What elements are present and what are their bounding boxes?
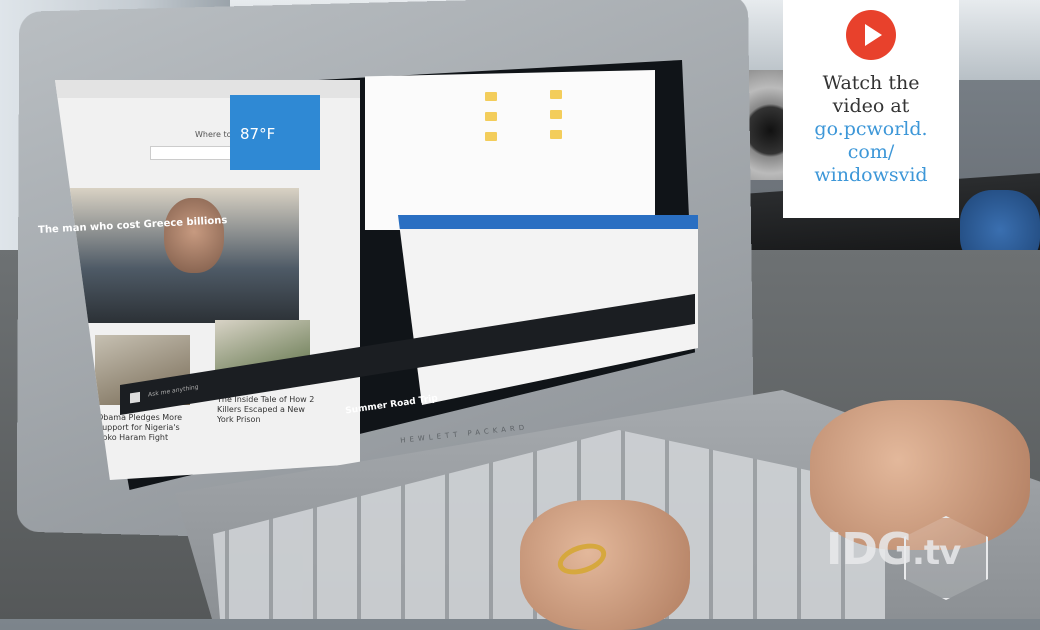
story-line: York Prison xyxy=(217,415,261,424)
video-promo-card[interactable]: Watch the video at go.pcworld. com/ wind… xyxy=(783,0,959,218)
folder-icon[interactable] xyxy=(485,92,497,101)
outlook-ribbon[interactable] xyxy=(398,215,698,229)
logo-suffix: .tv xyxy=(912,533,961,573)
story-line: Boko Haram Fight xyxy=(97,433,169,442)
folder-icon[interactable] xyxy=(485,112,497,121)
windows-start-icon[interactable] xyxy=(130,391,140,404)
promo-link[interactable]: go.pcworld. xyxy=(783,118,959,141)
promo-link[interactable]: windowsvid xyxy=(783,164,959,187)
hero-portrait xyxy=(164,198,224,273)
news-story-1[interactable]: Obama Pledges More Support for Nigeria's… xyxy=(97,413,182,443)
logo-brand: IDG xyxy=(826,524,913,575)
promo-line: Watch the xyxy=(822,72,920,94)
story-line: Support for Nigeria's xyxy=(97,423,180,432)
weather-temperature: 87°F xyxy=(240,125,276,143)
folder-icon[interactable] xyxy=(485,132,497,141)
taskbar-search-box[interactable]: Ask me anything xyxy=(148,384,199,399)
news-hero-image[interactable] xyxy=(69,188,299,323)
promo-link[interactable]: com/ xyxy=(783,141,959,164)
left-hand xyxy=(520,500,690,630)
idg-tv-logo: IDG.tv xyxy=(826,514,988,600)
promo-text: Watch the video at go.pcworld. com/ wind… xyxy=(783,72,959,187)
story-line: Killers Escaped a New xyxy=(217,405,305,414)
story-line: Obama Pledges More xyxy=(97,413,183,422)
promo-line: video at xyxy=(832,95,910,117)
news-story-2[interactable]: The Inside Tale of How 2 Killers Escaped… xyxy=(217,395,314,425)
play-icon[interactable] xyxy=(846,10,896,60)
play-triangle-icon xyxy=(865,24,882,46)
file-explorer-window[interactable] xyxy=(365,70,655,230)
folder-icon[interactable] xyxy=(550,90,562,99)
folder-icon[interactable] xyxy=(550,130,562,139)
folder-icon[interactable] xyxy=(550,110,562,119)
logo-text: IDG.tv xyxy=(826,524,961,575)
